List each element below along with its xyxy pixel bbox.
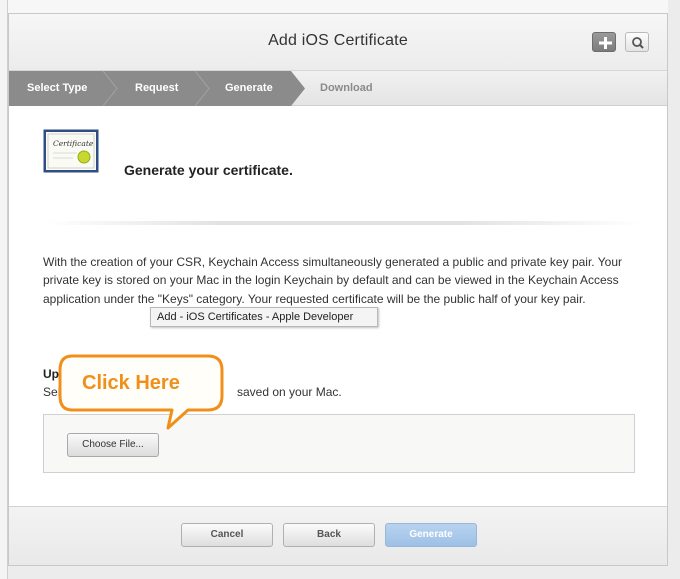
callout-text: Click Here <box>82 372 180 394</box>
tooltip: Add - iOS Certificates - Apple Developer <box>150 307 378 327</box>
step-request: Request <box>135 82 179 94</box>
certificate-panel: Add iOS Certificate Select Type Request … <box>8 14 668 566</box>
back-button[interactable]: Back <box>283 523 375 547</box>
step-select-type: Select Type <box>27 82 88 94</box>
step-download: Download <box>320 82 373 94</box>
upload-desc-end: saved on your Mac. <box>237 385 342 399</box>
search-button[interactable] <box>625 32 649 52</box>
choose-file-button[interactable]: Choose File... <box>67 433 159 457</box>
section-heading: Generate your certificate. <box>124 162 293 178</box>
add-button[interactable] <box>592 32 616 52</box>
search-icon <box>632 37 644 49</box>
step-progress-bar: Select Type Request Generate Download <box>9 71 667 106</box>
page-title: Add iOS Certificate <box>268 32 408 49</box>
certificate-icon: Certificate <box>43 129 99 173</box>
svg-text:Certificate: Certificate <box>53 139 94 148</box>
description-paragraph: With the creation of your CSR, Keychain … <box>43 255 622 306</box>
generate-button[interactable]: Generate <box>385 523 477 547</box>
top-strip <box>8 0 668 14</box>
divider <box>43 221 641 225</box>
step-generate: Generate <box>225 82 273 94</box>
panel-header: Add iOS Certificate <box>9 14 667 71</box>
left-rail <box>0 0 8 579</box>
plus-icon <box>599 37 612 49</box>
cancel-button[interactable]: Cancel <box>181 523 273 547</box>
